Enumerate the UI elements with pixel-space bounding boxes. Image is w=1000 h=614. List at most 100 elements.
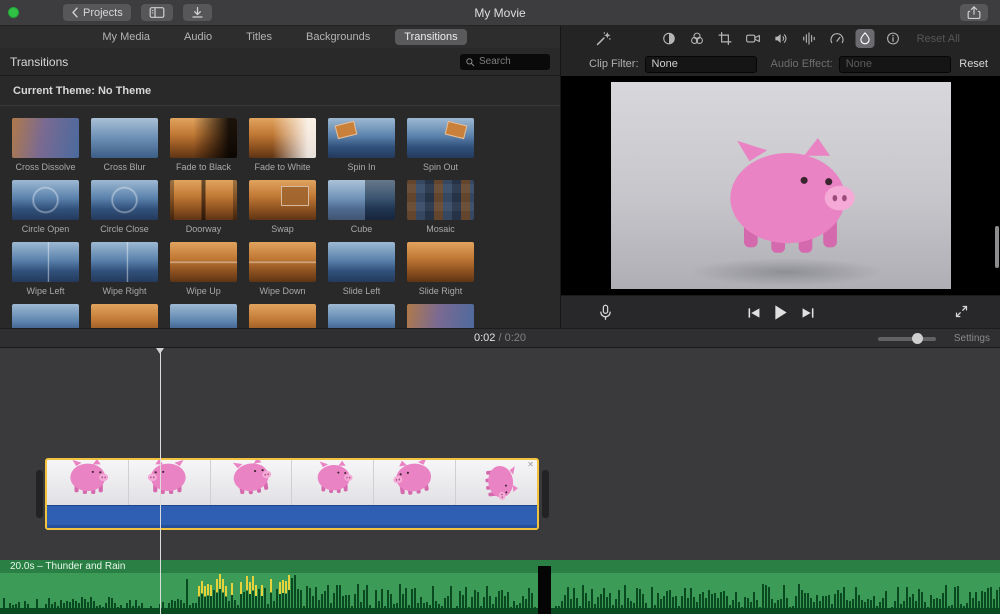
transition-fade-to-black[interactable]: Fade to Black	[170, 118, 237, 172]
audio-effect-label: Audio Effect:	[771, 58, 833, 70]
transition-circle-open[interactable]: Circle Open	[12, 180, 79, 234]
clip-filter-icon[interactable]	[855, 29, 874, 48]
transition-label: Wipe Right	[91, 286, 158, 296]
clip-right-trim-handle[interactable]	[542, 470, 549, 518]
playhead[interactable]	[160, 348, 161, 614]
transition-partial[interactable]	[249, 304, 316, 328]
inspector-viewer-panel: Reset All Clip Filter: None Audio Effect…	[560, 26, 1000, 328]
transition-label: Wipe Left	[12, 286, 79, 296]
transition-cube[interactable]: Cube	[328, 180, 395, 234]
audio-clip-label: 20.0s – Thunder and Rain	[10, 561, 125, 572]
clip-corner-icon: ✕	[527, 460, 534, 470]
noise-reduction-icon[interactable]	[799, 29, 818, 48]
clip-left-trim-handle[interactable]	[36, 470, 43, 518]
transition-circle-close[interactable]: Circle Close	[91, 180, 158, 234]
transition-thumbnail	[12, 118, 79, 158]
transition-thumbnail	[12, 180, 79, 220]
voiceover-mic-icon[interactable]	[597, 304, 614, 321]
play-button[interactable]	[773, 304, 789, 321]
transition-swap[interactable]: Swap	[249, 180, 316, 234]
speed-icon[interactable]	[827, 29, 846, 48]
transition-thumbnail	[170, 304, 237, 328]
window-traffic-light-green[interactable]	[8, 7, 19, 18]
media-browser-icon	[149, 6, 165, 19]
transition-wipe-right[interactable]: Wipe Right	[91, 242, 158, 296]
transition-mosaic[interactable]: Mosaic	[407, 180, 474, 234]
transition-label: Fade to Black	[170, 162, 237, 172]
transition-partial[interactable]	[91, 304, 158, 328]
transition-thumbnail	[170, 118, 237, 158]
import-arrow-icon	[191, 6, 204, 19]
transition-label: Spin In	[328, 162, 395, 172]
transition-thumbnail	[91, 118, 158, 158]
tab-transitions[interactable]: Transitions	[395, 29, 466, 45]
transition-slide-left[interactable]: Slide Left	[328, 242, 395, 296]
tab-titles[interactable]: Titles	[237, 29, 281, 45]
tab-backgrounds[interactable]: Backgrounds	[297, 29, 379, 45]
search-icon	[465, 57, 475, 67]
clip-thumbnail-frame	[129, 460, 211, 505]
media-browser-button[interactable]	[141, 4, 173, 21]
transition-doorway[interactable]: Doorway	[170, 180, 237, 234]
transition-cross-dissolve[interactable]: Cross Dissolve	[12, 118, 79, 172]
share-button[interactable]	[960, 4, 988, 21]
transition-cross-blur[interactable]: Cross Blur	[91, 118, 158, 172]
transition-thumbnail	[328, 118, 395, 158]
video-clip[interactable]: ✕	[45, 458, 539, 530]
timeline: ✕ 20.0s – Thunder and Rain	[0, 348, 1000, 614]
tab-audio[interactable]: Audio	[175, 29, 221, 45]
transition-spin-out[interactable]: Spin Out	[407, 118, 474, 172]
transition-slide-right[interactable]: Slide Right	[407, 242, 474, 296]
background-music-clip[interactable]: 20.0s – Thunder and Rain	[0, 560, 1000, 614]
transition-thumbnail	[407, 118, 474, 158]
transition-thumbnail	[91, 242, 158, 282]
transition-thumbnail	[328, 242, 395, 282]
transition-thumbnail	[407, 304, 474, 328]
import-button[interactable]	[183, 4, 212, 21]
transition-thumbnail	[328, 180, 395, 220]
projects-back-label: Projects	[83, 7, 123, 19]
transition-thumbnail	[249, 180, 316, 220]
volume-icon[interactable]	[771, 29, 790, 48]
thumbnail-zoom-slider[interactable]	[878, 337, 936, 341]
chevron-left-icon	[71, 7, 79, 18]
playback-controls-bar	[561, 295, 1000, 328]
info-icon[interactable]	[883, 29, 902, 48]
transition-partial[interactable]	[328, 304, 395, 328]
stabilization-icon[interactable]	[743, 29, 762, 48]
next-frame-button[interactable]	[801, 306, 815, 320]
timeline-settings-button[interactable]: Settings	[954, 333, 990, 344]
transition-label: Doorway	[170, 224, 237, 234]
media-tabbar: My Media Audio Titles Backgrounds Transition…	[0, 26, 560, 48]
transition-wipe-up[interactable]: Wipe Up	[170, 242, 237, 296]
color-correction-icon[interactable]	[687, 29, 706, 48]
transition-partial[interactable]	[407, 304, 474, 328]
fullscreen-button[interactable]	[954, 304, 969, 319]
transition-fade-to-white[interactable]: Fade to White	[249, 118, 316, 172]
reset-button[interactable]: Reset	[959, 58, 988, 70]
zoom-slider-knob[interactable]	[912, 333, 923, 344]
transition-partial[interactable]	[170, 304, 237, 328]
titlebar: Projects My Movie	[0, 0, 1000, 26]
color-balance-icon[interactable]	[659, 29, 678, 48]
clip-filter-dropdown[interactable]: None	[645, 56, 757, 73]
transition-partial[interactable]	[12, 304, 79, 328]
clip-thumbnail-frame	[47, 460, 129, 505]
crop-icon[interactable]	[715, 29, 734, 48]
transition-spin-in[interactable]: Spin In	[328, 118, 395, 172]
audio-effect-dropdown[interactable]: None	[839, 56, 951, 73]
previous-frame-button[interactable]	[747, 306, 761, 320]
transition-label: Cube	[328, 224, 395, 234]
scrollbar[interactable]	[995, 226, 999, 268]
transition-wipe-left[interactable]: Wipe Left	[12, 242, 79, 296]
transition-thumbnail	[249, 242, 316, 282]
transition-label: Slide Left	[328, 286, 395, 296]
search-placeholder: Search	[479, 56, 511, 67]
clip-frame-pig	[223, 460, 280, 505]
enhance-wand-icon[interactable]	[595, 30, 612, 47]
inspector-icon-group	[659, 29, 902, 48]
projects-back-button[interactable]: Projects	[63, 4, 131, 21]
tab-my-media[interactable]: My Media	[93, 29, 159, 45]
transition-wipe-down[interactable]: Wipe Down	[249, 242, 316, 296]
search-field[interactable]: Search	[460, 54, 550, 70]
